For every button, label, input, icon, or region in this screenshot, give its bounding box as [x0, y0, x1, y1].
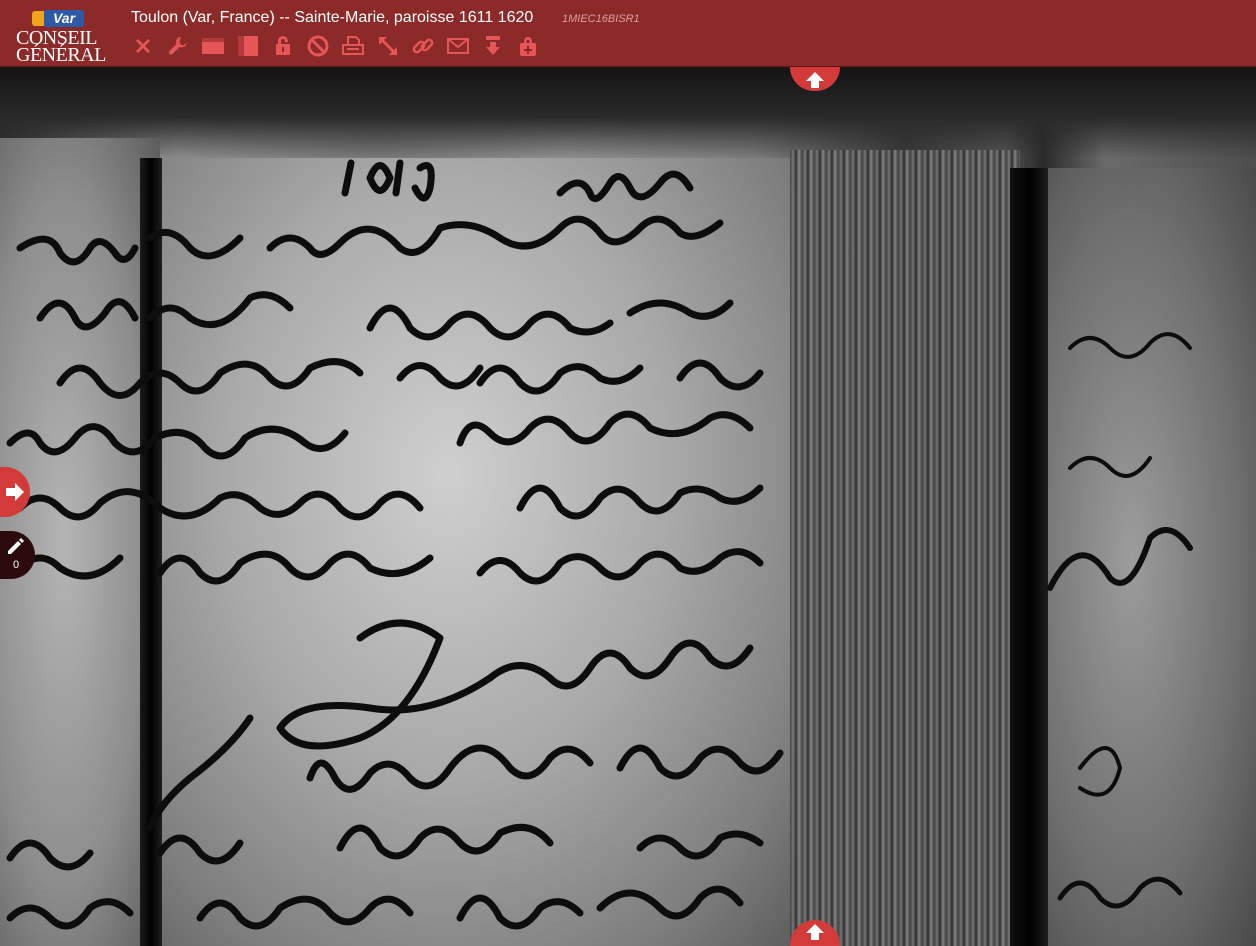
wrench-icon [168, 37, 187, 55]
fullscreen-button[interactable] [374, 32, 402, 60]
viewer-toolbar [129, 32, 542, 60]
link-button[interactable] [409, 32, 437, 60]
printer-icon [342, 36, 364, 55]
conseil-general-logo[interactable]: Var CONSEIL GÉNÉRAL [12, 8, 106, 66]
var-badge: Var [32, 10, 84, 27]
double-page-icon [238, 36, 258, 56]
top-header: Var CONSEIL GÉNÉRAL Toulon (Var, France)… [0, 0, 1256, 67]
single-page-icon [202, 38, 224, 54]
settings-button[interactable] [164, 32, 192, 60]
close-icon [136, 39, 150, 53]
pencil-icon [8, 538, 24, 554]
envelope-icon [447, 38, 469, 54]
arrow-up-icon [806, 924, 824, 940]
document-viewer[interactable] [0, 68, 1256, 946]
print-button[interactable] [339, 32, 367, 60]
arrow-up-icon [806, 72, 824, 88]
add-lock-icon [520, 37, 536, 56]
var-badge-text: Var [44, 10, 84, 27]
logo-line-2: GÉNÉRAL [16, 44, 106, 66]
expand-icon [379, 37, 397, 55]
download-icon [486, 36, 500, 55]
add-button[interactable] [514, 32, 542, 60]
manuscript-handwriting [6, 159, 1193, 930]
single-page-button[interactable] [199, 32, 227, 60]
document-title: Toulon (Var, France) -- Sainte-Marie, pa… [131, 9, 534, 26]
double-page-button[interactable] [234, 32, 262, 60]
link-icon [412, 38, 434, 54]
annotations-count: 0 [12, 559, 20, 571]
arrow-right-icon [6, 483, 24, 501]
block-button[interactable] [304, 32, 332, 60]
download-button[interactable] [479, 32, 507, 60]
lock-icon [276, 36, 290, 55]
ban-icon [307, 35, 329, 57]
email-button[interactable] [444, 32, 472, 60]
close-button[interactable] [129, 32, 157, 60]
document-code: 1MIEC16BISR1 [562, 13, 640, 25]
lock-button[interactable] [269, 32, 297, 60]
